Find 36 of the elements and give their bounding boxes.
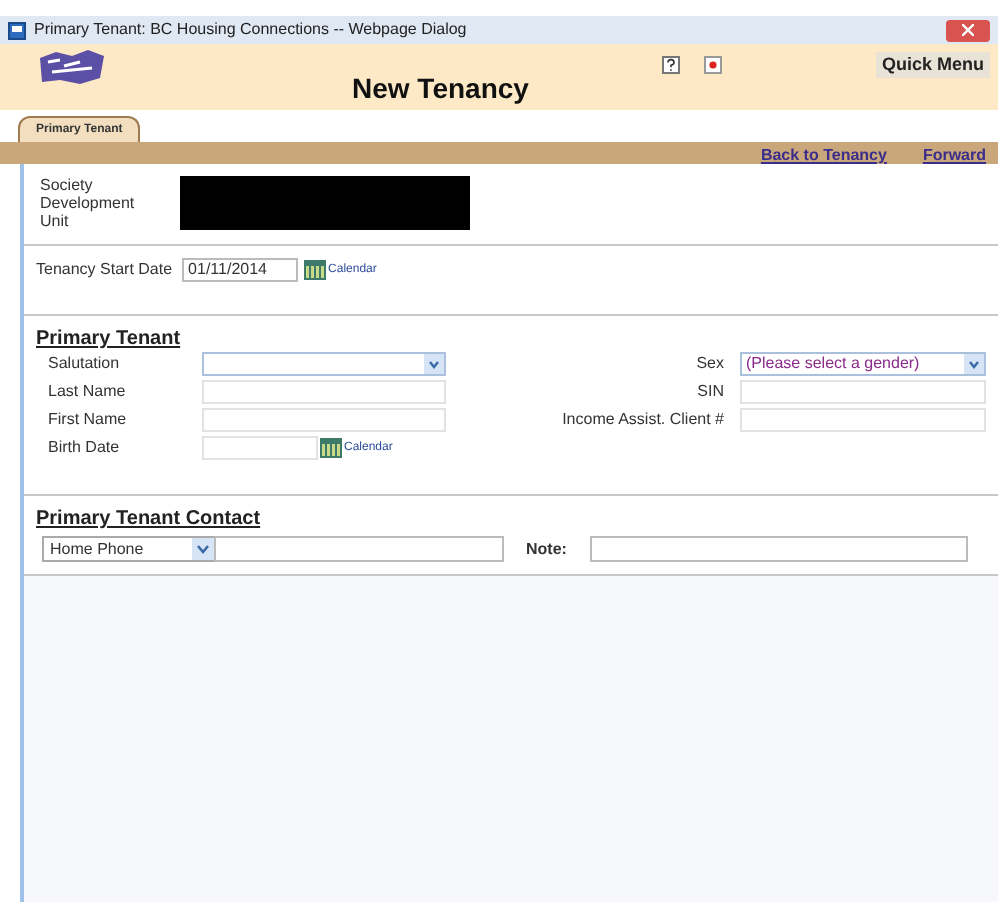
input-field[interactable]: [202, 380, 446, 404]
nav-link[interactable]: Forward: [922, 146, 986, 164]
field-label: Note:: [526, 537, 567, 561]
date-field[interactable]: [202, 436, 318, 460]
field-label: Income Assist. Client #: [562, 408, 724, 432]
close-button[interactable]: [946, 19, 990, 41]
page-title: New Tenancy: [352, 70, 529, 108]
calendar-icon[interactable]: [304, 260, 327, 280]
field-label: Tenancy Start Date: [36, 258, 173, 282]
input-field[interactable]: [740, 380, 986, 404]
section-heading: Primary Tenant: [36, 328, 183, 350]
field-label: First Name: [48, 408, 129, 432]
dropdown[interactable]: (Please select a gender): [740, 352, 986, 376]
input-field[interactable]: [202, 408, 446, 432]
logo-icon: [36, 50, 108, 86]
help-icon[interactable]: [662, 56, 681, 74]
date-field[interactable]: 01/11/2014: [182, 258, 299, 282]
contact-type-dropdown[interactable]: Home Phone: [42, 536, 216, 562]
field-label: Salutation: [48, 352, 122, 376]
input-field[interactable]: [740, 408, 986, 432]
calendar-icon[interactable]: [320, 438, 342, 458]
section-heading: Primary Tenant Contact: [36, 508, 263, 532]
field-label: SIN: [697, 380, 724, 404]
browser-icon: [8, 21, 26, 39]
note-field[interactable]: [590, 536, 969, 562]
field-label: Society Development Unit: [40, 176, 136, 230]
field-label: Last Name: [48, 380, 128, 404]
nav-link[interactable]: Back to Tenancy: [760, 146, 887, 164]
window-title: Primary Tenant: BC Housing Connections -- Webpage Dialog: [34, 18, 467, 42]
quick-menu-button[interactable]: Quick Menu: [875, 52, 990, 78]
field-label: Birth Date: [48, 436, 122, 460]
dropdown[interactable]: [202, 352, 446, 376]
field-label: Sex: [696, 352, 724, 376]
close-icon: [962, 24, 974, 36]
record-icon[interactable]: [704, 56, 723, 74]
contact-input-field[interactable]: [214, 536, 504, 562]
